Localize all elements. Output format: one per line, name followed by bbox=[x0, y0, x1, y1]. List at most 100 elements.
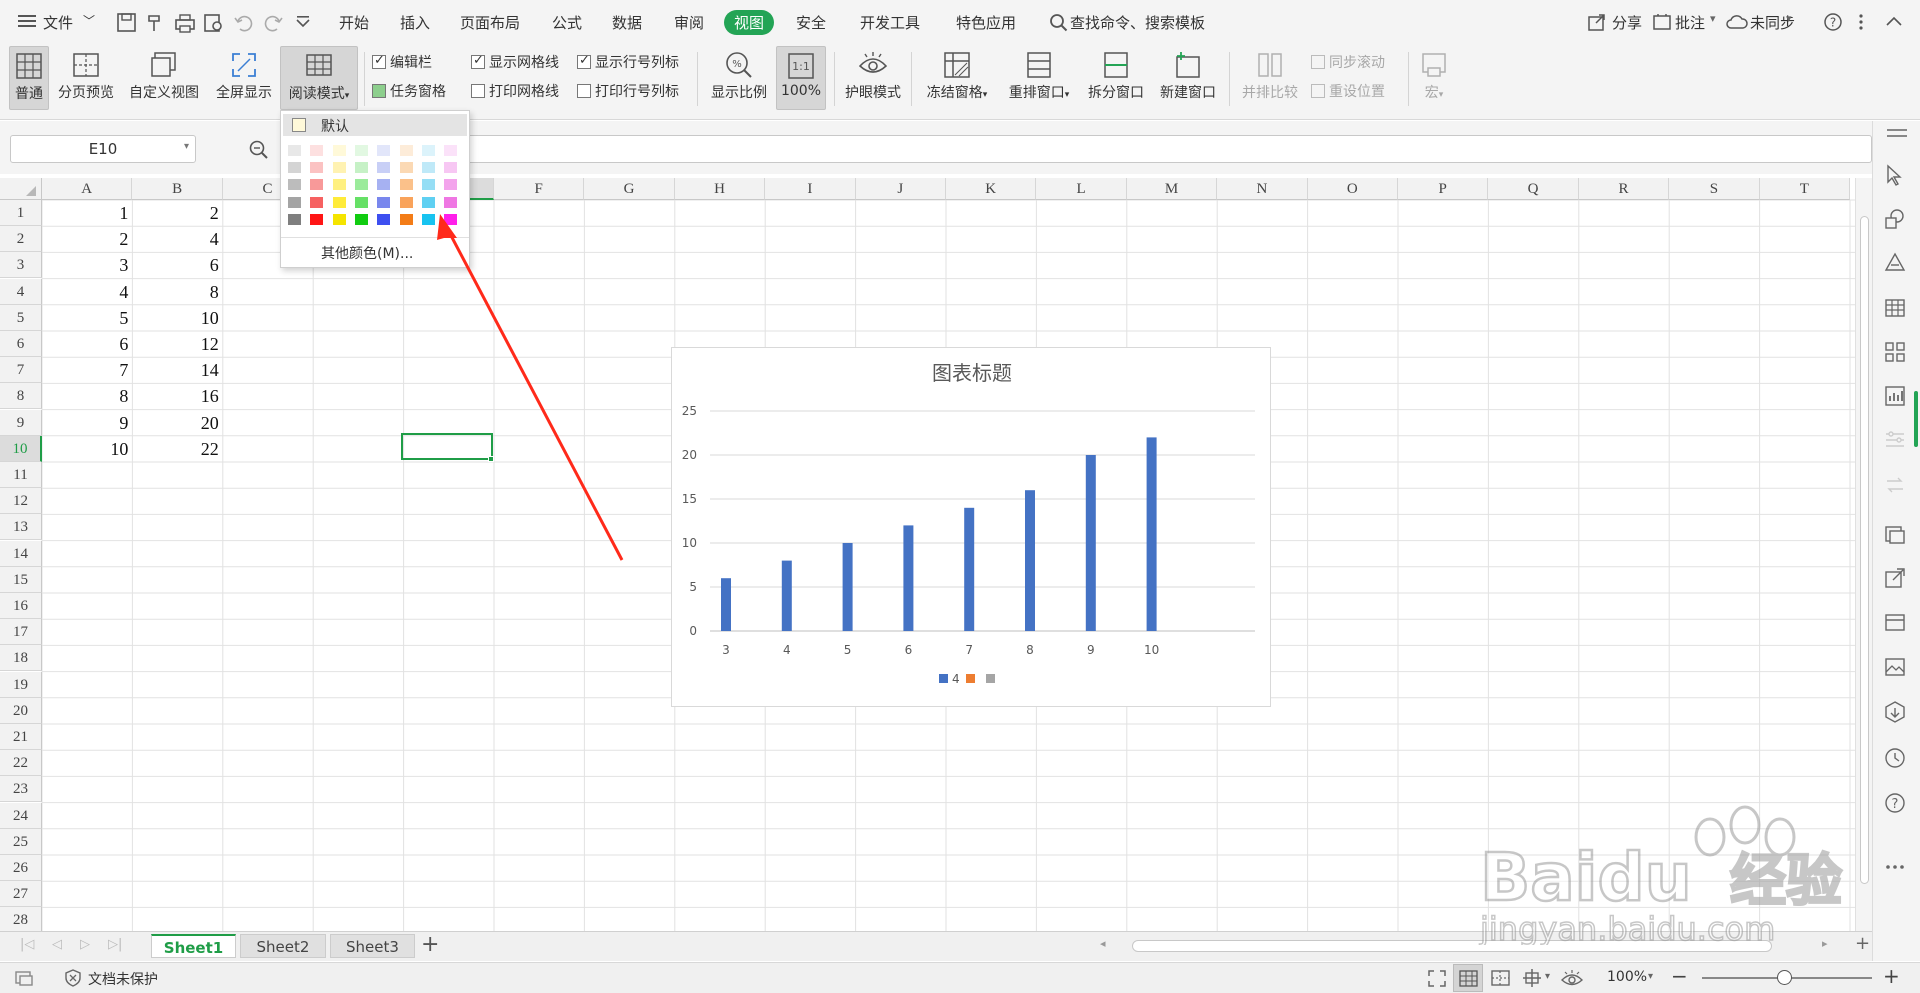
tab-special[interactable]: 特色应用 bbox=[956, 12, 1016, 33]
add-sheet-icon[interactable]: + bbox=[421, 932, 439, 957]
row-header-2[interactable]: 2 bbox=[0, 226, 42, 253]
color-swatch[interactable] bbox=[443, 195, 459, 209]
collapse-ribbon-icon[interactable] bbox=[1885, 14, 1903, 28]
cell-b5[interactable]: 10 bbox=[132, 305, 222, 331]
row-header-7[interactable]: 7 bbox=[0, 357, 42, 384]
sheet-tab-sheet2[interactable]: Sheet2 bbox=[240, 934, 326, 958]
row-header-20[interactable]: 20 bbox=[0, 697, 42, 724]
transfer-icon[interactable] bbox=[1883, 473, 1907, 497]
pointer-icon[interactable] bbox=[1883, 163, 1907, 187]
edit-bar-checkbox[interactable]: 编辑栏 bbox=[372, 52, 432, 72]
chart-panel-icon[interactable] bbox=[1883, 384, 1907, 408]
normal-view-status-button[interactable] bbox=[1453, 964, 1483, 992]
color-swatch[interactable] bbox=[353, 178, 369, 192]
input-method-icon[interactable] bbox=[14, 969, 34, 987]
comment-button[interactable]: 批注 bbox=[1675, 12, 1705, 33]
shapes-icon[interactable] bbox=[1883, 207, 1907, 231]
cell-a4[interactable]: 4 bbox=[42, 279, 132, 305]
column-header-k[interactable]: K bbox=[946, 178, 1037, 200]
name-box[interactable]: E10 bbox=[10, 135, 196, 163]
zoom-100-button[interactable]: 1:1 100% bbox=[776, 46, 826, 110]
cell-b9[interactable]: 20 bbox=[132, 410, 222, 436]
color-swatch[interactable] bbox=[331, 212, 347, 226]
zoom-in-button[interactable]: + bbox=[1883, 964, 1900, 988]
customize-toolbar-icon[interactable] bbox=[291, 11, 315, 35]
fill-handle[interactable] bbox=[488, 456, 494, 462]
eye-mode-button[interactable]: 护眼模式 bbox=[841, 46, 905, 110]
tab-review[interactable]: 审阅 bbox=[674, 12, 704, 33]
color-swatch[interactable] bbox=[287, 178, 302, 192]
cell-b4[interactable]: 8 bbox=[132, 279, 222, 305]
color-swatch[interactable] bbox=[287, 195, 302, 209]
selected-cell-e10[interactable] bbox=[401, 433, 493, 460]
color-swatch[interactable] bbox=[376, 144, 392, 157]
color-swatch[interactable] bbox=[309, 212, 325, 226]
default-color-option[interactable]: 默认 bbox=[283, 114, 467, 136]
color-swatch[interactable] bbox=[420, 195, 436, 209]
archive-icon[interactable] bbox=[1883, 610, 1907, 634]
chevron-down-icon[interactable]: ▾ bbox=[1786, 12, 1792, 25]
tab-formula[interactable]: 公式 bbox=[552, 12, 582, 33]
command-search[interactable]: 查找命令、搜索模板 bbox=[1070, 12, 1205, 33]
tab-view[interactable]: 视图 bbox=[724, 10, 775, 35]
color-swatch[interactable] bbox=[376, 195, 392, 209]
scrollbar-thumb[interactable] bbox=[1860, 216, 1869, 884]
color-swatch[interactable] bbox=[287, 144, 302, 157]
row-header-8[interactable]: 8 bbox=[0, 383, 42, 410]
color-swatch[interactable] bbox=[331, 178, 347, 192]
export-icon[interactable] bbox=[1883, 566, 1907, 590]
cell-a3[interactable]: 3 bbox=[42, 252, 132, 278]
row-header-25[interactable]: 25 bbox=[0, 828, 42, 855]
color-swatch[interactable] bbox=[309, 161, 325, 175]
chevron-down-icon[interactable]: ▾ bbox=[1648, 971, 1653, 982]
cell-b7[interactable]: 14 bbox=[132, 357, 222, 383]
print-grid-checkbox[interactable]: 打印网格线 bbox=[471, 81, 559, 101]
redo-icon[interactable] bbox=[261, 11, 285, 35]
hamburger-icon[interactable] bbox=[18, 13, 36, 29]
sheet-tab-sheet3[interactable]: Sheet3 bbox=[330, 934, 415, 958]
select-all-corner[interactable] bbox=[0, 178, 42, 200]
help-icon[interactable]: ? bbox=[1823, 12, 1843, 32]
color-swatch[interactable] bbox=[443, 212, 459, 226]
history-icon[interactable] bbox=[1883, 746, 1907, 770]
format-painter-icon[interactable] bbox=[144, 11, 168, 35]
color-swatch[interactable] bbox=[287, 161, 302, 175]
picture-icon[interactable] bbox=[1883, 655, 1907, 679]
sidebar-collapse-handle[interactable] bbox=[1887, 129, 1907, 131]
column-header-t[interactable]: T bbox=[1759, 178, 1850, 200]
cloud-icon[interactable] bbox=[1726, 12, 1748, 32]
cell-b1[interactable]: 2 bbox=[132, 200, 222, 226]
row-header-28[interactable]: 28 bbox=[0, 907, 42, 934]
freeze-panes-button[interactable]: 冻结窗格▾ bbox=[920, 46, 994, 110]
row-header-10[interactable]: 10 bbox=[0, 435, 42, 462]
tab-data[interactable]: 数据 bbox=[612, 12, 642, 33]
tab-page-layout[interactable]: 页面布局 bbox=[460, 12, 520, 33]
formula-input[interactable] bbox=[440, 135, 1872, 163]
row-header-6[interactable]: 6 bbox=[0, 331, 42, 357]
more-colors-option[interactable]: 其他颜色(M)... bbox=[321, 243, 413, 263]
column-header-h[interactable]: H bbox=[674, 178, 766, 200]
color-swatch[interactable] bbox=[420, 144, 436, 157]
tab-insert[interactable]: 插入 bbox=[400, 12, 430, 33]
comment-icon[interactable] bbox=[1652, 12, 1672, 32]
column-header-f[interactable]: F bbox=[494, 178, 585, 200]
page-break-preview-button[interactable]: 分页预览 bbox=[53, 46, 119, 110]
sheet-tab-sheet1[interactable]: Sheet1 bbox=[151, 934, 236, 958]
column-header-i[interactable]: I bbox=[765, 178, 856, 200]
apps-icon[interactable] bbox=[1883, 340, 1907, 364]
page-break-status-icon[interactable] bbox=[1490, 969, 1512, 987]
cell-b6[interactable]: 12 bbox=[132, 331, 222, 357]
color-swatch[interactable] bbox=[353, 144, 369, 157]
cell-a7[interactable]: 7 bbox=[42, 357, 132, 383]
chart[interactable]: 图表标题 0 5 10 15 20 25 3 4 5 6 7 8 9 10 4 bbox=[671, 347, 1271, 707]
cell-a5[interactable]: 5 bbox=[42, 305, 132, 331]
zoom-out-button[interactable]: − bbox=[1671, 964, 1688, 988]
share-button[interactable]: 分享 bbox=[1612, 12, 1642, 33]
custom-view-button[interactable]: 自定义视图 bbox=[125, 46, 203, 110]
show-headers-checkbox[interactable]: 显示行号列标 bbox=[577, 52, 679, 72]
color-swatch[interactable] bbox=[309, 178, 325, 192]
chevron-down-icon[interactable]: ▾ bbox=[184, 141, 189, 152]
show-grid-checkbox[interactable]: 显示网格线 bbox=[471, 52, 559, 72]
cell-b10[interactable]: 22 bbox=[132, 436, 222, 462]
column-header-g[interactable]: G bbox=[584, 178, 675, 200]
